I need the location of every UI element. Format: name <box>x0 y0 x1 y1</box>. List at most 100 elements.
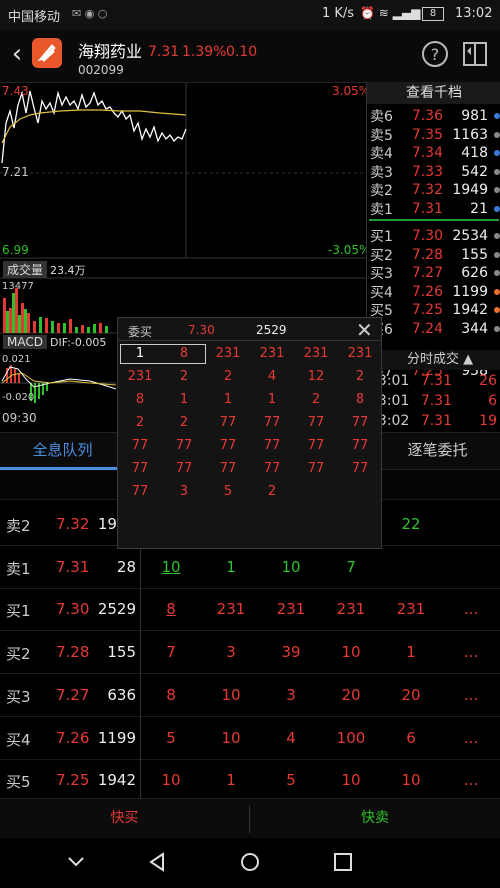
popup-cell[interactable]: 2 <box>118 415 162 430</box>
popup-cell[interactable]: 2 <box>250 484 294 499</box>
popup-cell[interactable]: 2 <box>294 392 338 407</box>
ask-row[interactable]: 卖2 7.32 1949 <box>367 181 500 199</box>
popup-cell[interactable]: 2 <box>206 369 250 384</box>
landscape-icon[interactable] <box>462 41 488 67</box>
popup-cell[interactable]: 1 <box>162 392 206 407</box>
popup-cell[interactable]: 1 <box>206 392 250 407</box>
queue-cell[interactable]: 20 <box>321 686 381 704</box>
queue-row[interactable]: 买3 7.27 636 8 10 3 20 20... <box>0 673 500 717</box>
popup-cell[interactable]: 77 <box>250 461 294 476</box>
queue-cell[interactable]: 22 <box>381 515 441 533</box>
queue-cell[interactable]: 7 <box>141 643 201 661</box>
popup-cell[interactable]: 8 <box>162 346 206 361</box>
popup-cell[interactable]: 12 <box>294 369 338 384</box>
queue-cell[interactable]: 10 <box>321 771 381 789</box>
popup-cell[interactable]: 77 <box>294 415 338 430</box>
queue-cell[interactable]: 1 <box>201 771 261 789</box>
help-icon[interactable]: ? <box>422 41 448 67</box>
queue-cell[interactable]: ... <box>441 771 500 789</box>
trades-title[interactable]: 分时成交 ▲ <box>367 350 500 370</box>
bid-row[interactable]: 买67.24344 <box>367 320 500 338</box>
close-icon[interactable]: ✕ <box>356 318 373 342</box>
popup-cell[interactable]: 2 <box>162 415 206 430</box>
popup-cell[interactable]: 77 <box>338 415 382 430</box>
queue-cell[interactable]: 5 <box>141 729 201 747</box>
bid-row[interactable]: 买1 7.30 2534 <box>367 227 500 245</box>
popup-cell[interactable]: 77 <box>118 484 162 499</box>
queue-cell[interactable]: 7 <box>321 558 381 576</box>
nav-back-icon[interactable] <box>147 852 167 872</box>
nav-recent-icon[interactable] <box>333 852 353 872</box>
popup-cell[interactable]: 77 <box>162 438 206 453</box>
queue-cell[interactable]: 231 <box>321 600 381 618</box>
popup-cell[interactable]: 77 <box>338 438 382 453</box>
queue-cell[interactable]: 10 <box>141 771 201 789</box>
bid-row[interactable]: 买5 7.25 1942 <box>367 301 500 319</box>
popup-cell[interactable]: 77 <box>162 461 206 476</box>
popup-cell[interactable]: 77 <box>118 461 162 476</box>
queue-cell[interactable]: 8 <box>141 600 201 618</box>
quick-sell-button[interactable]: 快卖 <box>250 799 500 838</box>
queue-cell[interactable]: 10 <box>201 686 261 704</box>
tab-tick-orders[interactable]: 逐笔委托 <box>375 433 500 470</box>
popup-cell[interactable]: 77 <box>206 438 250 453</box>
popup-cell[interactable]: 231 <box>118 369 162 384</box>
popup-cell[interactable]: 1 <box>250 392 294 407</box>
popup-cell[interactable]: 231 <box>206 346 250 361</box>
queue-row[interactable]: 买5 7.25 1942 10 1 5 10 10... <box>0 759 500 803</box>
ask-row[interactable]: 卖6 7.36 981 <box>367 107 500 125</box>
popup-cell[interactable]: 77 <box>338 461 382 476</box>
queue-cell[interactable]: ... <box>441 729 500 747</box>
queue-row[interactable]: 买4 7.26 1199 5 10 4 100 6... <box>0 716 500 760</box>
queue-cell[interactable]: 39 <box>261 643 321 661</box>
popup-cell[interactable]: 77 <box>250 415 294 430</box>
queue-cell[interactable]: 4 <box>261 729 321 747</box>
queue-cell[interactable]: 3 <box>201 643 261 661</box>
queue-cell[interactable]: 5 <box>261 771 321 789</box>
volume-label[interactable]: 成交量 <box>3 261 48 278</box>
queue-cell[interactable]: 10 <box>321 643 381 661</box>
queue-cell[interactable]: 231 <box>381 600 441 618</box>
popup-cell[interactable]: 231 <box>250 346 294 361</box>
quick-buy-button[interactable]: 快买 <box>0 799 249 838</box>
queue-cell[interactable]: 100 <box>321 729 381 747</box>
queue-cell[interactable]: 231 <box>201 600 261 618</box>
queue-cell[interactable]: ... <box>441 643 500 661</box>
popup-cell[interactable]: 8 <box>118 392 162 407</box>
queue-cell[interactable]: ... <box>441 600 500 618</box>
macd-label[interactable]: MACD <box>3 335 47 349</box>
queue-cell[interactable]: 10 <box>261 558 321 576</box>
popup-cell[interactable]: 4 <box>250 369 294 384</box>
queue-cell[interactable]: 10 <box>381 771 441 789</box>
ask-row[interactable]: 卖1 7.31 21 <box>367 200 500 218</box>
bid-row[interactable]: 买3 7.27 626 <box>367 264 500 282</box>
popup-cell[interactable]: 8 <box>338 392 382 407</box>
popup-cell[interactable]: 77 <box>294 461 338 476</box>
popup-cell[interactable]: 3 <box>162 484 206 499</box>
queue-cell[interactable]: 20 <box>381 686 441 704</box>
popup-cell[interactable]: 2 <box>338 369 382 384</box>
queue-cell[interactable]: 1 <box>381 643 441 661</box>
popup-cell[interactable]: 77 <box>294 438 338 453</box>
nav-down-icon[interactable] <box>66 854 86 870</box>
popup-cell[interactable]: 231 <box>294 346 338 361</box>
queue-cell[interactable]: 10 <box>201 729 261 747</box>
ask-row[interactable]: 卖5 7.35 1163 <box>367 126 500 144</box>
popup-cell[interactable]: 77 <box>250 438 294 453</box>
queue-cell[interactable]: 10 <box>141 558 201 576</box>
view-thousand-levels-button[interactable]: 查看千档 <box>367 82 500 104</box>
popup-cell[interactable]: 1 <box>118 346 162 361</box>
queue-cell[interactable]: 3 <box>261 686 321 704</box>
popup-cell[interactable]: 77 <box>206 461 250 476</box>
queue-cell[interactable]: 231 <box>261 600 321 618</box>
queue-cell[interactable]: 6 <box>381 729 441 747</box>
bid-row[interactable]: 买4 7.26 1199 <box>367 283 500 301</box>
popup-cell[interactable]: 77 <box>118 438 162 453</box>
popup-cell[interactable]: 231 <box>338 346 382 361</box>
ask-row[interactable]: 卖3 7.33 542 <box>367 163 500 181</box>
queue-cell[interactable]: 1 <box>201 558 261 576</box>
queue-row[interactable]: 买2 7.28 155 7 3 39 10 1... <box>0 631 500 675</box>
tab-full-queue[interactable]: 全息队列 <box>0 433 125 470</box>
ask-row[interactable]: 卖4 7.34 418 <box>367 144 500 162</box>
nav-home-icon[interactable] <box>240 852 260 872</box>
